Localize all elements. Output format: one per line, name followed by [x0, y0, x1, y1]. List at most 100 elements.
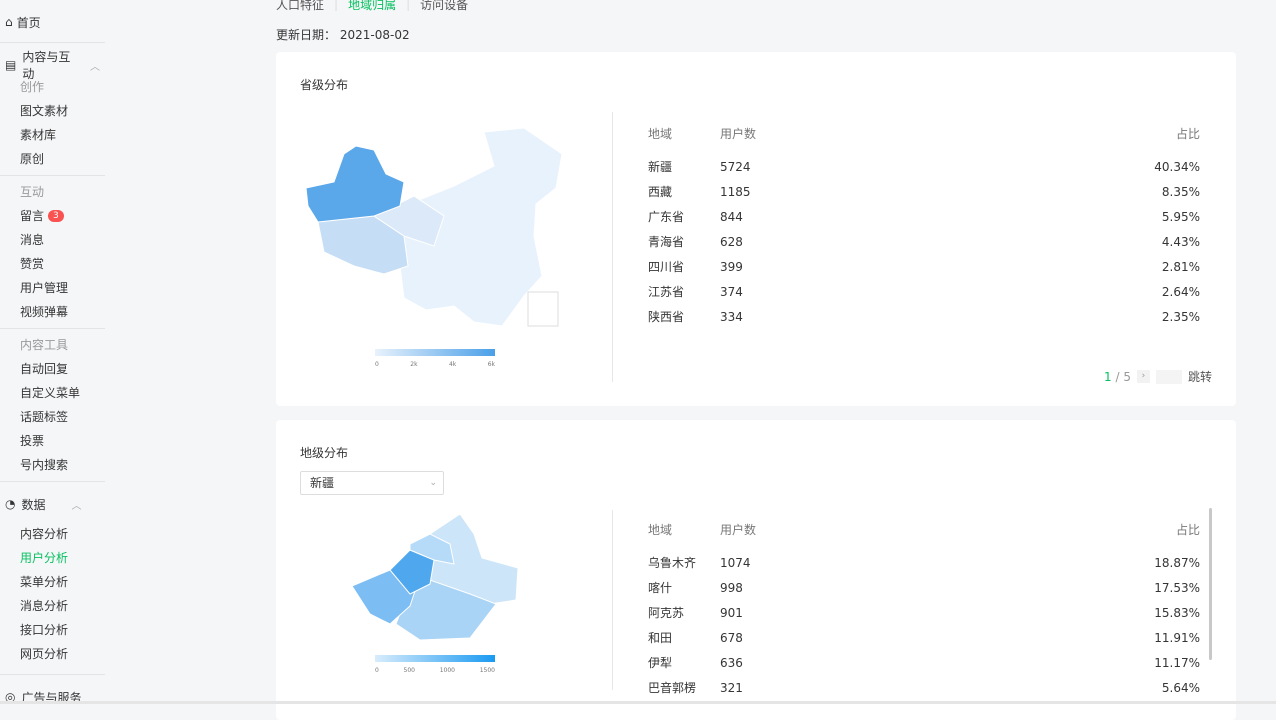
page-sep: / [1115, 369, 1120, 384]
divider [0, 42, 105, 43]
cell-users: 844 [720, 209, 743, 224]
tab-divider: | [334, 0, 339, 11]
cell-region: 伊犁 [648, 656, 673, 670]
sidebar-group-data[interactable]: ◔ 数据 ︿ [0, 486, 105, 522]
scrollbar[interactable] [1209, 508, 1212, 660]
page-current: 1 [1104, 369, 1112, 384]
cell-region: 四川省 [648, 260, 685, 274]
sidebar-item[interactable]: 图文素材 [0, 99, 105, 123]
cell-ratio: 2.64% [1161, 284, 1200, 299]
sidebar-item[interactable]: 用户管理 [0, 276, 105, 300]
divider [0, 674, 105, 675]
sidebar-item[interactable]: 消息 [0, 228, 105, 252]
cell-ratio: 2.81% [1161, 259, 1200, 274]
cell-region: 新疆 [648, 160, 673, 174]
table-row: 四川省 399 2.81% [648, 254, 1200, 279]
table-row: 巴音郭楞 321 5.64% [648, 675, 1200, 700]
sidebar-item[interactable]: 视频弹幕 [0, 300, 105, 324]
section-title: 内容工具 [20, 338, 69, 352]
province-select[interactable]: 新疆 ⌄ [300, 471, 444, 495]
sidebar-item-user-analysis[interactable]: 用户分析 [0, 546, 105, 570]
header-ratio: 占比 [1175, 522, 1200, 537]
legend-tick: 500 [403, 667, 415, 674]
legend-gradient [375, 349, 495, 356]
pagination: 1 / 5 › 跳转 [1104, 368, 1212, 385]
tabs: 人口特征 | 地域归属 | 访问设备 [276, 0, 1236, 13]
cell-region: 乌鲁木齐 [648, 556, 697, 570]
sidebar-item[interactable]: 菜单分析 [0, 570, 105, 594]
date-value: 2021-08-02 [339, 28, 410, 42]
card-title: 地级分布 [300, 446, 349, 460]
sidebar-group-ads[interactable]: ◎ 广告与服务 [0, 679, 105, 715]
date-label: 更新日期： [276, 28, 337, 42]
tab-devices[interactable]: 访问设备 [420, 0, 468, 13]
card-title: 省级分布 [300, 78, 349, 92]
china-map[interactable] [304, 126, 566, 330]
cell-users: 321 [720, 680, 743, 695]
cell-ratio: 17.53% [1154, 580, 1200, 595]
page-jump-input[interactable] [1155, 369, 1182, 384]
sidebar-item[interactable]: 话题标签 [0, 405, 105, 429]
map-legend: 0 500 1000 1500 [375, 655, 495, 674]
jump-button[interactable]: 跳转 [1188, 368, 1212, 385]
group-label: 数据 [21, 497, 46, 512]
tab-region[interactable]: 地域归属 [348, 0, 396, 13]
sidebar-item[interactable]: 接口分析 [0, 618, 105, 642]
table-row: 伊犁 636 11.17% [648, 650, 1200, 675]
table-header: 地域 用户数 占比 [648, 518, 1200, 540]
cell-region: 和田 [648, 631, 673, 645]
cell-users: 636 [720, 655, 743, 670]
sidebar-item[interactable]: 自动回复 [0, 357, 105, 381]
legend-tick: 4k [448, 361, 457, 368]
cell-users: 1185 [720, 184, 751, 199]
table-row: 阿克苏 901 15.83% [648, 600, 1200, 625]
legend-tick: 1500 [479, 667, 495, 674]
sidebar-item[interactable]: 自定义菜单 [0, 381, 105, 405]
tab-demographics[interactable]: 人口特征 [276, 0, 324, 13]
sidebar-item[interactable]: 赞赏 [0, 252, 105, 276]
header-ratio: 占比 [1175, 126, 1200, 141]
city-table: 地域 用户数 占比 乌鲁木齐 1074 18.87% 喀什 998 17.53% 阿克苏 901 1… [648, 518, 1200, 700]
cell-region: 广东省 [648, 210, 685, 224]
cell-users: 998 [720, 580, 743, 595]
cell-users: 1074 [720, 555, 751, 570]
chevron-up-icon: ︿ [90, 61, 100, 73]
header-region: 地域 [648, 522, 673, 537]
xinjiang-map[interactable] [350, 514, 520, 644]
cell-users: 334 [720, 309, 743, 324]
cell-region: 陕西省 [648, 310, 685, 324]
sidebar-item-comments[interactable]: 留言 3 [0, 204, 105, 228]
cell-users: 678 [720, 630, 743, 645]
cell-region: 青海省 [648, 235, 685, 249]
section-title: 互动 [20, 185, 45, 199]
sidebar-item[interactable]: 原创 [0, 147, 105, 171]
page-total: 5 [1123, 369, 1131, 384]
legend-tick: 0 [375, 667, 379, 674]
header-users: 用户数 [720, 522, 757, 537]
divider [0, 481, 105, 482]
chart-icon: ◔ [5, 497, 16, 511]
tab-divider: | [406, 0, 411, 11]
table-row: 喀什 998 17.53% [648, 575, 1200, 600]
table-row: 陕西省 334 2.35% [648, 304, 1200, 329]
sidebar-item[interactable]: 投票 [0, 429, 105, 453]
sidebar-item[interactable]: 素材库 [0, 123, 105, 147]
cell-ratio: 15.83% [1154, 605, 1200, 620]
legend-tick: 2k [410, 361, 418, 368]
home-label: 首页 [16, 15, 41, 30]
sidebar-item[interactable]: 消息分析 [0, 594, 105, 618]
divider [612, 112, 613, 382]
divider [0, 328, 105, 329]
region-south-china-sea [527, 291, 559, 327]
cell-region: 江苏省 [648, 285, 685, 299]
next-page-button[interactable]: › [1136, 370, 1150, 383]
sidebar-item[interactable]: 号内搜索 [0, 453, 105, 477]
sidebar-item[interactable]: 网页分析 [0, 642, 105, 666]
cell-ratio: 18.87% [1154, 555, 1200, 570]
chevron-down-icon: ⌄ [429, 478, 437, 488]
legend-gradient [375, 655, 495, 662]
table-row: 和田 678 11.91% [648, 625, 1200, 650]
sidebar-item[interactable]: 内容分析 [0, 522, 105, 546]
legend-tick: 0 [375, 361, 379, 368]
sidebar-item-home[interactable]: ⌂ 首页 [0, 0, 105, 44]
